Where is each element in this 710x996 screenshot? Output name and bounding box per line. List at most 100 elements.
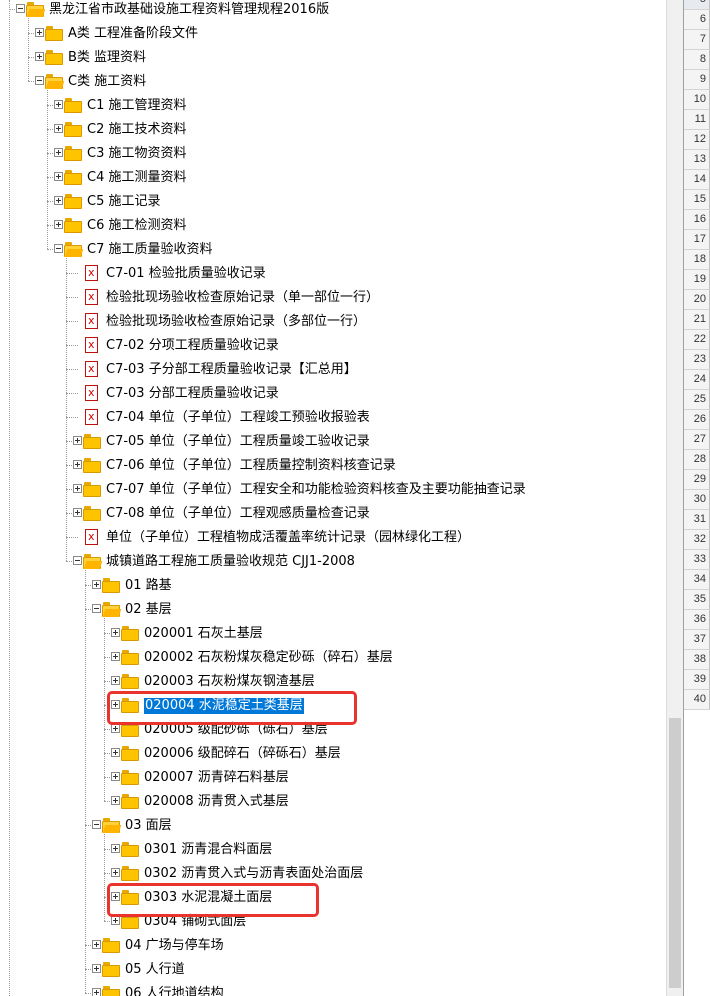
tree-node[interactable]: A类 工程准备阶段文件 — [0, 22, 666, 46]
row-header[interactable]: 12 — [684, 130, 710, 150]
tree-node[interactable]: 020008 沥青贯入式基层 — [0, 790, 666, 814]
row-header[interactable]: 28 — [684, 450, 710, 470]
tree-node[interactable]: C7-08 单位（子单位）工程观感质量检查记录 — [0, 502, 666, 526]
expand-plus-icon[interactable] — [92, 580, 101, 589]
tree-node[interactable]: 0301 沥青混合料面层 — [0, 838, 666, 862]
row-header[interactable]: 34 — [684, 570, 710, 590]
row-header[interactable]: 15 — [684, 190, 710, 210]
tree-node[interactable]: 020006 级配碎石（碎砾石）基层 — [0, 742, 666, 766]
tree-node[interactable]: C7-06 单位（子单位）工程质量控制资料核查记录 — [0, 454, 666, 478]
tree-node[interactable]: C7-07 单位（子单位）工程安全和功能检验资料核查及主要功能抽查记录 — [0, 478, 666, 502]
tree-node[interactable]: 05 人行道 — [0, 958, 666, 982]
expand-plus-icon[interactable] — [111, 772, 120, 781]
scrollbar-thumb[interactable] — [669, 718, 681, 988]
tree-node[interactable]: C6 施工检测资料 — [0, 214, 666, 238]
expand-plus-icon[interactable] — [111, 628, 120, 637]
tree-node[interactable]: 检验批现场验收检查原始记录（多部位一行） — [0, 310, 666, 334]
tree-node[interactable]: C2 施工技术资料 — [0, 118, 666, 142]
tree-node[interactable]: C7-01 检验批质量验收记录 — [0, 262, 666, 286]
tree-node[interactable]: 0303 水泥混凝土面层 — [0, 886, 666, 910]
collapse-minus-icon[interactable] — [54, 244, 63, 253]
row-header[interactable]: 22 — [684, 330, 710, 350]
row-header[interactable]: 19 — [684, 270, 710, 290]
row-header[interactable]: 9 — [684, 70, 710, 90]
tree-node[interactable]: 城镇道路工程施工质量验收规范 CJJ1-2008 — [0, 550, 666, 574]
expand-plus-icon[interactable] — [111, 796, 120, 805]
expand-plus-icon[interactable] — [54, 196, 63, 205]
row-header[interactable]: 31 — [684, 510, 710, 530]
collapse-minus-icon[interactable] — [73, 556, 82, 565]
expand-plus-icon[interactable] — [111, 844, 120, 853]
expand-plus-icon[interactable] — [54, 148, 63, 157]
tree-node[interactable]: 单位（子单位）工程植物成活覆盖率统计记录（园林绿化工程） — [0, 526, 666, 550]
row-header[interactable]: 7 — [684, 30, 710, 50]
row-header[interactable]: 13 — [684, 150, 710, 170]
row-header[interactable]: 38 — [684, 650, 710, 670]
row-header[interactable]: 33 — [684, 550, 710, 570]
expand-plus-icon[interactable] — [73, 436, 82, 445]
expand-plus-icon[interactable] — [92, 964, 101, 973]
collapse-minus-icon[interactable] — [92, 820, 101, 829]
expand-plus-icon[interactable] — [54, 220, 63, 229]
expand-plus-icon[interactable] — [111, 652, 120, 661]
expand-plus-icon[interactable] — [111, 868, 120, 877]
collapse-minus-icon[interactable] — [16, 4, 25, 13]
row-header[interactable]: 8 — [684, 50, 710, 70]
file-tree[interactable]: 黑龙江省市政基础设施工程资料管理规程2016版 A类 工程准备阶段文件 B类 监理资… — [0, 0, 666, 996]
tree-node[interactable]: C1 施工管理资料 — [0, 94, 666, 118]
tree-node[interactable]: C7-02 分项工程质量验收记录 — [0, 334, 666, 358]
row-header[interactable]: 35 — [684, 590, 710, 610]
tree-node[interactable]: C7-05 单位（子单位）工程质量竣工验收记录 — [0, 430, 666, 454]
row-header[interactable]: 37 — [684, 630, 710, 650]
tree-node[interactable]: 0304 铺砌式面层 — [0, 910, 666, 934]
expand-plus-icon[interactable] — [35, 28, 44, 37]
row-header[interactable]: 17 — [684, 230, 710, 250]
expand-plus-icon[interactable] — [54, 172, 63, 181]
tree-node[interactable]: 020007 沥青碎石料基层 — [0, 766, 666, 790]
tree-node[interactable]: C7 施工质量验收资料 — [0, 238, 666, 262]
row-header[interactable]: 21 — [684, 310, 710, 330]
tree-node[interactable]: 04 广场与停车场 — [0, 934, 666, 958]
tree-node[interactable]: C7-03 子分部工程质量验收记录【汇总用】 — [0, 358, 666, 382]
expand-plus-icon[interactable] — [111, 748, 120, 757]
tree-node[interactable]: 检验批现场验收检查原始记录（单一部位一行） — [0, 286, 666, 310]
expand-plus-icon[interactable] — [73, 484, 82, 493]
tree-node[interactable]: C7-04 单位（子单位）工程竣工预验收报验表 — [0, 406, 666, 430]
row-header[interactable]: 5 — [684, 0, 710, 10]
row-header[interactable]: 36 — [684, 610, 710, 630]
row-header[interactable]: 14 — [684, 170, 710, 190]
tree-node[interactable]: C5 施工记录 — [0, 190, 666, 214]
tree-node[interactable]: 02 基层 — [0, 598, 666, 622]
row-header[interactable]: 40 — [684, 690, 710, 710]
tree-node[interactable]: B类 监理资料 — [0, 46, 666, 70]
expand-plus-icon[interactable] — [111, 724, 120, 733]
expand-plus-icon[interactable] — [73, 508, 82, 517]
expand-plus-icon[interactable] — [111, 676, 120, 685]
row-header[interactable]: 10 — [684, 90, 710, 110]
row-header[interactable]: 25 — [684, 390, 710, 410]
collapse-minus-icon[interactable] — [35, 76, 44, 85]
row-header[interactable]: 27 — [684, 430, 710, 450]
expand-plus-icon[interactable] — [111, 916, 120, 925]
row-header[interactable]: 11 — [684, 110, 710, 130]
expand-plus-icon[interactable] — [54, 124, 63, 133]
row-header[interactable]: 29 — [684, 470, 710, 490]
tree-node[interactable]: C4 施工测量资料 — [0, 166, 666, 190]
tree-node[interactable]: 01 路基 — [0, 574, 666, 598]
expand-plus-icon[interactable] — [73, 460, 82, 469]
tree-node[interactable]: C3 施工物资资料 — [0, 142, 666, 166]
tree-node[interactable]: 020002 石灰粉煤灰稳定砂砾（碎石）基层 — [0, 646, 666, 670]
expand-plus-icon[interactable] — [92, 988, 101, 996]
row-header[interactable]: 16 — [684, 210, 710, 230]
tree-node[interactable]: C类 施工资料 — [0, 70, 666, 94]
row-header[interactable]: 24 — [684, 370, 710, 390]
row-header[interactable]: 6 — [684, 10, 710, 30]
row-header[interactable]: 20 — [684, 290, 710, 310]
expand-plus-icon[interactable] — [92, 940, 101, 949]
row-header[interactable]: 18 — [684, 250, 710, 270]
tree-node[interactable]: 06 人行地道结构 — [0, 982, 666, 996]
expand-plus-icon[interactable] — [54, 100, 63, 109]
tree-node[interactable]: 黑龙江省市政基础设施工程资料管理规程2016版 — [0, 0, 666, 22]
tree-node[interactable]: 03 面层 — [0, 814, 666, 838]
collapse-minus-icon[interactable] — [92, 604, 101, 613]
